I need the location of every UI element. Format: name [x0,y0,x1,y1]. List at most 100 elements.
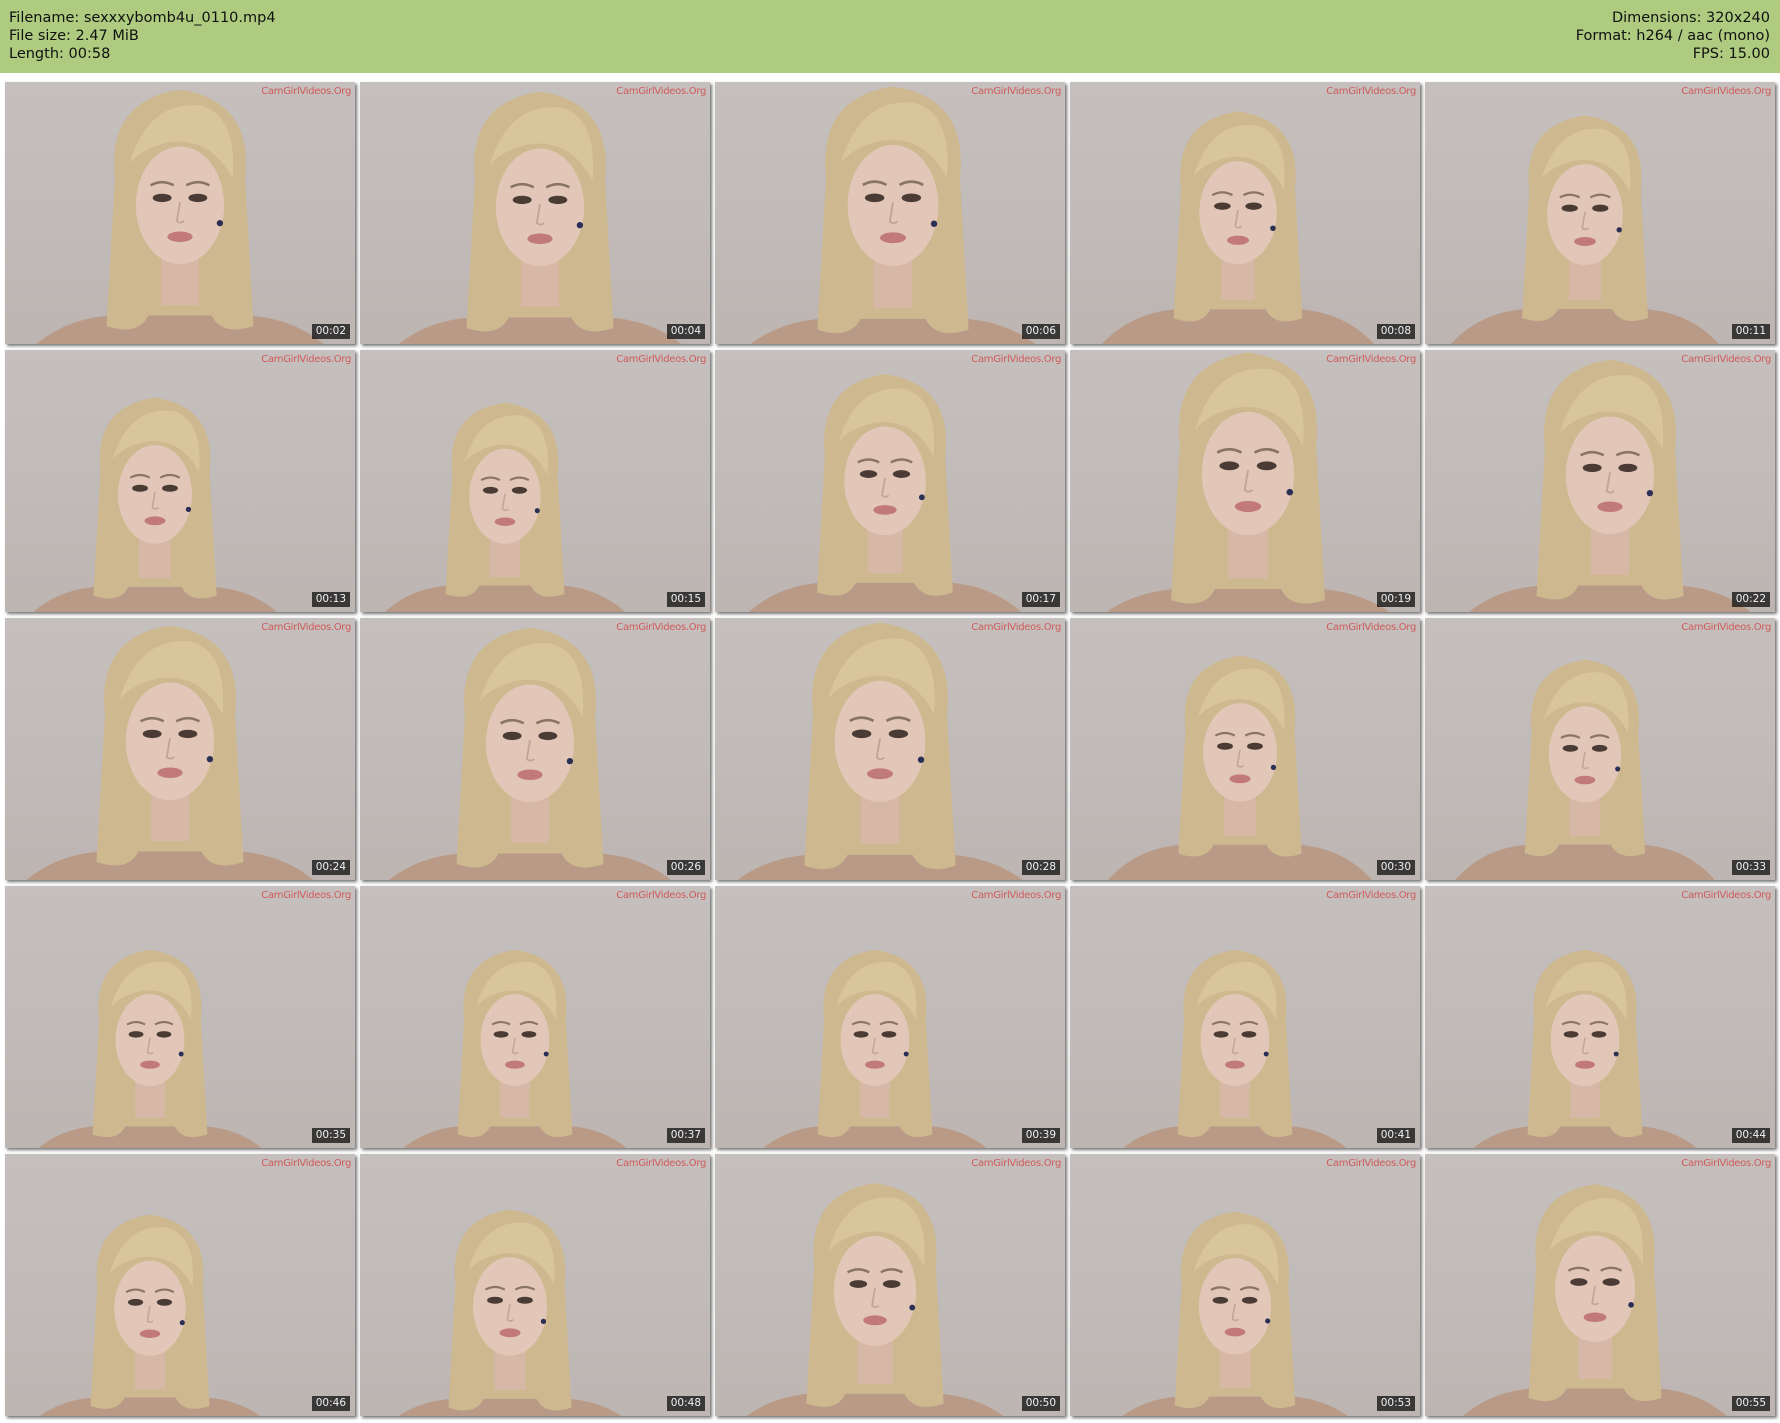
video-thumbnail: CamGirlVideos.Org 00:55 [1425,1154,1775,1416]
video-thumbnail: CamGirlVideos.Org 00:24 [5,618,355,880]
timestamp-badge: 00:35 [311,1128,350,1143]
watermark-text: CamGirlVideos.Org [1681,1158,1771,1169]
frame-scene [1455,659,1715,880]
video-thumbnail: CamGirlVideos.Org 00:41 [1070,886,1420,1148]
timestamp-badge: 00:37 [666,1128,705,1143]
frame-scene [1122,1211,1348,1416]
watermark-text: CamGirlVideos.Org [1326,86,1416,97]
frame-scene [398,91,682,344]
timestamp-badge: 00:41 [1376,1128,1415,1143]
dimensions-label: Dimensions: 320x240 [1611,10,1770,26]
video-thumbnail: CamGirlVideos.Org 00:22 [1425,350,1775,612]
length-label: Length: 00:58 [9,46,111,62]
watermark-text: CamGirlVideos.Org [1681,86,1771,97]
video-thumbnail: CamGirlVideos.Org 00:33 [1425,618,1775,880]
timestamp-badge: 00:13 [311,592,350,607]
frame-scene [36,89,324,344]
timestamp-badge: 00:19 [1376,592,1415,607]
timestamp-badge: 00:53 [1376,1396,1415,1411]
watermark-text: CamGirlVideos.Org [971,354,1061,365]
watermark-text: CamGirlVideos.Org [971,1158,1061,1169]
frame-scene [750,86,1036,344]
frame-scene [33,397,277,612]
frame-scene [1108,655,1372,880]
watermark-text: CamGirlVideos.Org [971,890,1061,901]
timestamp-badge: 00:17 [1021,592,1060,607]
video-thumbnail: CamGirlVideos.Org 00:46 [5,1154,355,1416]
timestamp-badge: 00:30 [1376,860,1415,875]
watermark-text: CamGirlVideos.Org [1681,354,1771,365]
video-thumbnail: CamGirlVideos.Org 00:17 [715,350,1065,612]
frame-scene [737,622,1023,880]
watermark-text: CamGirlVideos.Org [261,354,351,365]
video-thumbnail: CamGirlVideos.Org 00:06 [715,82,1065,344]
frame-scene [384,402,626,612]
watermark-text: CamGirlVideos.Org [1326,890,1416,901]
frame-scene [398,1209,622,1416]
timestamp-badge: 00:50 [1021,1396,1060,1411]
watermark-text: CamGirlVideos.Org [616,890,706,901]
timestamp-badge: 00:22 [1731,592,1770,607]
video-thumbnail: CamGirlVideos.Org 00:11 [1425,82,1775,344]
frame-scene [1473,949,1697,1148]
timestamp-badge: 00:48 [666,1396,705,1411]
video-thumbnail: CamGirlVideos.Org 00:37 [360,886,710,1148]
video-thumbnail: CamGirlVideos.Org 00:19 [1070,350,1420,612]
timestamp-badge: 00:55 [1731,1396,1770,1411]
timestamp-badge: 00:44 [1731,1128,1770,1143]
timestamp-badge: 00:28 [1021,860,1060,875]
timestamp-badge: 00:39 [1021,1128,1060,1143]
frame-scene [1123,949,1347,1148]
watermark-text: CamGirlVideos.Org [1326,1158,1416,1169]
video-thumbnail: CamGirlVideos.Org 00:48 [360,1154,710,1416]
timestamp-badge: 00:02 [311,324,350,339]
watermark-text: CamGirlVideos.Org [261,86,351,97]
video-thumbnail: CamGirlVideos.Org 00:02 [5,82,355,344]
filesize-label: File size: 2.47 MiB [9,28,139,44]
timestamp-badge: 00:06 [1021,324,1060,339]
frame-scene [1101,111,1375,344]
video-thumbnail: CamGirlVideos.Org 00:26 [360,618,710,880]
frame-scene [1463,1184,1727,1416]
watermark-text: CamGirlVideos.Org [616,354,706,365]
watermark-text: CamGirlVideos.Org [261,890,351,901]
video-thumbnail: CamGirlVideos.Org 00:28 [715,618,1065,880]
watermark-text: CamGirlVideos.Org [616,86,706,97]
frame-scene [38,949,262,1148]
video-thumbnail: CamGirlVideos.Org 00:13 [5,350,355,612]
watermark-text: CamGirlVideos.Org [261,622,351,633]
timestamp-badge: 00:24 [311,860,350,875]
video-thumbnail: CamGirlVideos.Org 00:53 [1070,1154,1420,1416]
stream-info: Dimensions: 320x240 Format: h264 / aac (… [1576,9,1770,63]
format-label: Format: h264 / aac (mono) [1575,28,1770,44]
frame-scene [388,627,672,880]
watermark-text: CamGirlVideos.Org [971,622,1061,633]
frame-scene [1468,359,1752,612]
watermark-text: CamGirlVideos.Org [1326,354,1416,365]
video-thumbnail: CamGirlVideos.Org 00:44 [1425,886,1775,1148]
frame-scene [1106,352,1390,612]
video-thumbnail: CamGirlVideos.Org 00:35 [5,886,355,1148]
video-thumbnail: CamGirlVideos.Org 00:15 [360,350,710,612]
frame-scene [403,949,627,1148]
frame-scene [1450,115,1720,344]
timestamp-badge: 00:08 [1376,324,1415,339]
watermark-text: CamGirlVideos.Org [616,622,706,633]
timestamp-badge: 00:26 [666,860,705,875]
filename-label: Filename: sexxxybomb4u_0110.mp4 [9,10,276,26]
timestamp-badge: 00:46 [311,1396,350,1411]
watermark-text: CamGirlVideos.Org [1681,622,1771,633]
file-info: Filename: sexxxybomb4u_0110.mp4 File siz… [9,9,276,63]
timestamp-badge: 00:04 [666,324,705,339]
contact-sheet-header: Filename: sexxxybomb4u_0110.mp4 File siz… [0,0,1780,73]
video-thumbnail: CamGirlVideos.Org 00:50 [715,1154,1065,1416]
video-thumbnail: CamGirlVideos.Org 00:30 [1070,618,1420,880]
fps-label: FPS: 15.00 [1692,46,1770,62]
frame-scene [26,625,314,880]
timestamp-badge: 00:15 [666,592,705,607]
frame-scene [749,374,1021,612]
video-thumbnail: CamGirlVideos.Org 00:04 [360,82,710,344]
watermark-text: CamGirlVideos.Org [971,86,1061,97]
watermark-text: CamGirlVideos.Org [261,1158,351,1169]
timestamp-badge: 00:33 [1731,860,1770,875]
